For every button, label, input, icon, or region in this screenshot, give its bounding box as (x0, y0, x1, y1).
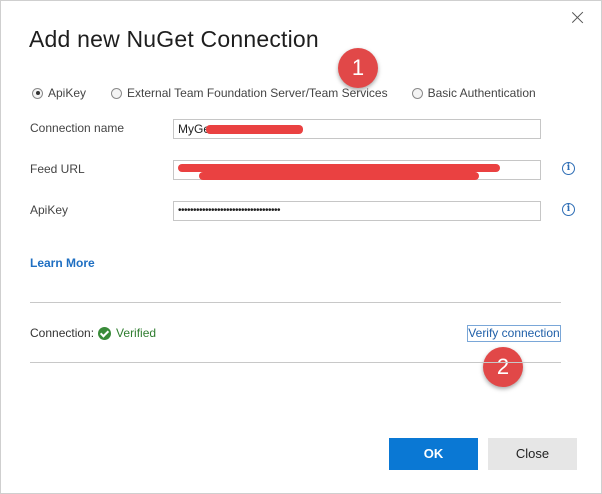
connection-name-label: Connection name (30, 121, 125, 135)
info-icon[interactable]: i (562, 162, 575, 175)
apikey-value: •••••••••••••••••••••••••••••••••• (178, 205, 281, 216)
ok-button[interactable]: OK (389, 438, 478, 470)
callout-badge-2: 2 (483, 347, 523, 387)
divider (30, 302, 561, 303)
redaction-mark (199, 172, 479, 180)
feed-url-label: Feed URL (30, 162, 85, 176)
radio-label-basic-auth: Basic Authentication (427, 86, 536, 100)
dialog-title: Add new NuGet Connection (29, 26, 319, 52)
learn-more-link[interactable]: Learn More (30, 256, 95, 270)
check-circle-icon (98, 326, 112, 340)
connection-label: Connection: (30, 326, 95, 340)
radio-option-apikey[interactable]: ApiKey (32, 86, 86, 100)
nuget-connection-dialog: Add new NuGet Connection 1 ApiKey Extern… (0, 0, 602, 494)
radio-option-basic-auth[interactable]: Basic Authentication (411, 86, 536, 100)
radio-label-apikey: ApiKey (48, 86, 87, 100)
radio-option-external-tfs[interactable]: External Team Foundation Server/Team Ser… (111, 86, 388, 100)
callout-badge-1: 1 (338, 48, 378, 88)
close-icon[interactable] (569, 9, 587, 27)
auth-type-radio-group: ApiKey External Team Foundation Server/T… (32, 85, 536, 101)
redaction-mark (178, 164, 500, 172)
connection-status: Connection: Verified (30, 326, 156, 340)
apikey-label: ApiKey (30, 203, 69, 217)
info-icon[interactable]: i (562, 203, 575, 216)
radio-external-tfs[interactable] (111, 87, 123, 99)
close-button[interactable]: Close (488, 438, 577, 470)
radio-apikey[interactable] (32, 87, 43, 99)
apikey-input[interactable]: •••••••••••••••••••••••••••••••••• (173, 201, 541, 221)
connection-status-text: Verified (116, 326, 157, 340)
redaction-mark (206, 125, 303, 134)
divider (30, 362, 561, 363)
radio-label-external-tfs: External Team Foundation Server/Team Ser… (127, 86, 388, 100)
radio-basic-auth[interactable] (411, 87, 423, 99)
verify-connection-button[interactable]: Verify connection (467, 325, 561, 342)
